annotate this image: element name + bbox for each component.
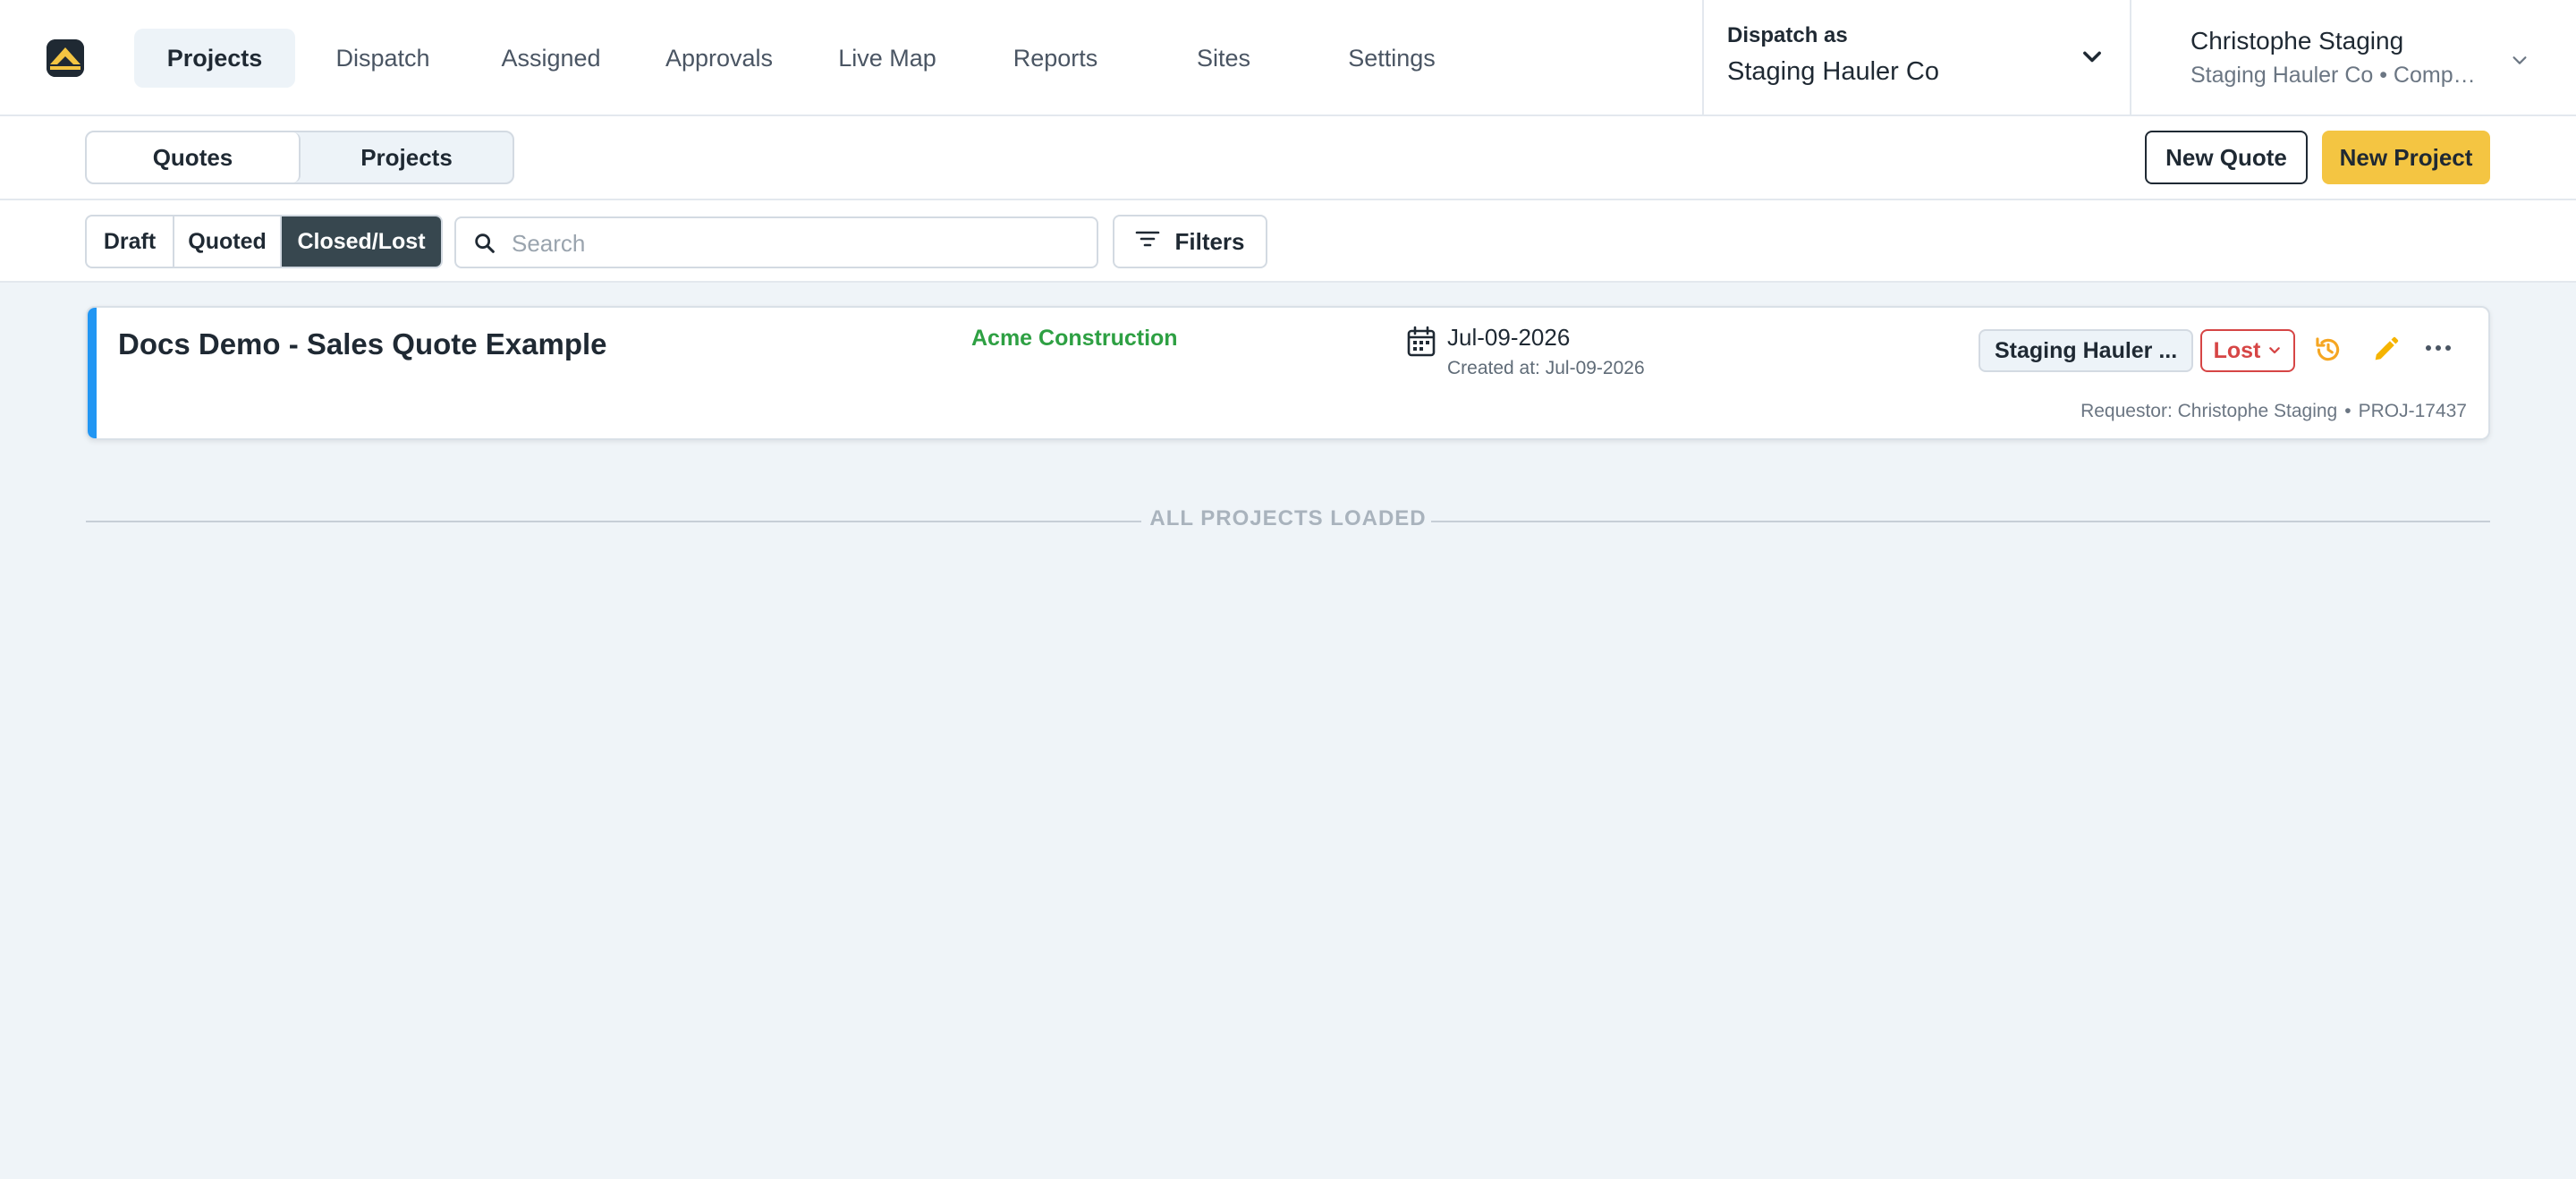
new-quote-button[interactable]: New Quote — [2145, 131, 2308, 184]
nav-item-reports[interactable]: Reports — [968, 29, 1143, 88]
new-project-button[interactable]: New Project — [2322, 131, 2490, 184]
quote-title[interactable]: Docs Demo - Sales Quote Example — [118, 327, 607, 361]
search-icon — [472, 231, 497, 260]
all-loaded-divider: ALL PROJECTS LOADED — [86, 506, 2490, 537]
card-accent-bar — [88, 308, 97, 438]
filters-button-label: Filters — [1174, 227, 1245, 255]
history-icon[interactable] — [2313, 335, 2343, 369]
edit-pencil-icon[interactable] — [2370, 335, 2401, 369]
main-nav: Projects Dispatch Assigned Approvals Liv… — [134, 29, 1479, 88]
card-metadata: Requestor: Christophe Staging • PROJ-17437 — [2080, 401, 2467, 422]
search-input[interactable] — [512, 225, 1084, 261]
status-filter-group: Draft Quoted Closed/Lost — [85, 215, 443, 268]
status-label: Lost — [2213, 337, 2261, 363]
top-navigation-bar: Projects Dispatch Assigned Approvals Liv… — [0, 0, 2576, 116]
filters-button[interactable]: Filters — [1113, 215, 1267, 268]
user-name: Christophe Staging — [2190, 27, 2404, 55]
user-organization: Staging Hauler Co • Compa... — [2190, 63, 2477, 88]
quotes-projects-toggle: Quotes Projects — [85, 131, 514, 184]
nav-item-projects[interactable]: Projects — [134, 29, 295, 88]
chevron-down-icon — [2510, 50, 2529, 74]
status-filter-draft[interactable]: Draft — [87, 216, 174, 267]
nav-item-settings[interactable]: Settings — [1304, 29, 1479, 88]
filter-lines-icon — [1135, 228, 1160, 256]
chevron-down-icon — [2080, 45, 2105, 74]
nav-item-approvals[interactable]: Approvals — [631, 29, 807, 88]
quote-date: Jul-09-2026 — [1447, 324, 1571, 351]
chevron-down-icon — [2267, 338, 2282, 364]
quote-card[interactable]: Docs Demo - Sales Quote Example Acme Con… — [86, 306, 2490, 440]
sub-header: Quotes Projects New Quote New Project — [0, 116, 2576, 200]
meta-separator: • — [2344, 401, 2351, 421]
nav-item-dispatch[interactable]: Dispatch — [295, 29, 470, 88]
calendar-icon — [1406, 326, 1436, 362]
nav-item-live-map[interactable]: Live Map — [807, 29, 968, 88]
all-projects-loaded-text: ALL PROJECTS LOADED — [1149, 506, 1427, 530]
more-options-icon[interactable] — [2424, 342, 2453, 358]
nav-item-sites[interactable]: Sites — [1143, 29, 1304, 88]
created-at: Created at: Jul-09-2026 — [1447, 358, 1645, 378]
status-filter-quoted[interactable]: Quoted — [174, 216, 282, 267]
dispatch-as-label: Dispatch as — [1727, 23, 1848, 47]
status-filter-closed-lost[interactable]: Closed/Lost — [282, 216, 441, 267]
status-dropdown[interactable]: Lost — [2200, 329, 2295, 372]
nav-item-assigned[interactable]: Assigned — [470, 29, 631, 88]
user-menu[interactable]: Christophe Staging Staging Hauler Co • C… — [2131, 0, 2576, 115]
dispatch-as-value: Staging Hauler Co — [1727, 57, 1939, 86]
dispatch-as-selector[interactable]: Dispatch as Staging Hauler Co — [1702, 0, 2131, 115]
customer-name[interactable]: Acme Construction — [971, 326, 1178, 352]
search-box — [454, 216, 1098, 268]
tab-projects[interactable]: Projects — [301, 132, 513, 182]
hauler-chip[interactable]: Staging Hauler ... — [1979, 329, 2193, 372]
project-id: PROJ-17437 — [2358, 401, 2467, 421]
app-logo-icon[interactable] — [47, 39, 84, 77]
tab-quotes[interactable]: Quotes — [87, 132, 301, 182]
filter-bar: Draft Quoted Closed/Lost Filters — [0, 200, 2576, 283]
requestor: Requestor: Christophe Staging — [2080, 401, 2338, 421]
